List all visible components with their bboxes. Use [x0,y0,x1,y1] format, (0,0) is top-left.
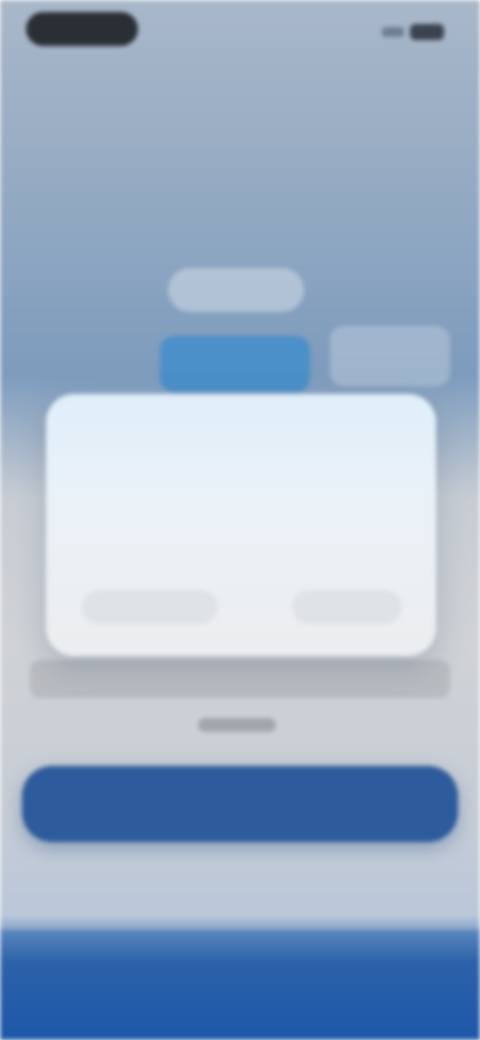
app-screen [0,0,480,1040]
dialog-primary-button[interactable] [292,590,402,624]
tab-inactive[interactable] [330,326,450,386]
status-time [26,12,138,46]
tab-active[interactable] [160,336,310,392]
alert-dialog [46,394,436,656]
status-icons [382,24,444,40]
dialog-secondary-button[interactable] [82,590,218,624]
header-chip [168,268,304,312]
primary-action-button[interactable] [22,766,458,842]
input-field[interactable] [30,660,450,698]
signal-icon [382,27,404,37]
small-link[interactable] [198,718,276,732]
bottom-band [0,930,480,1040]
dialog-actions [82,590,402,624]
secondary-link-button[interactable] [150,872,326,892]
battery-icon [410,24,444,40]
